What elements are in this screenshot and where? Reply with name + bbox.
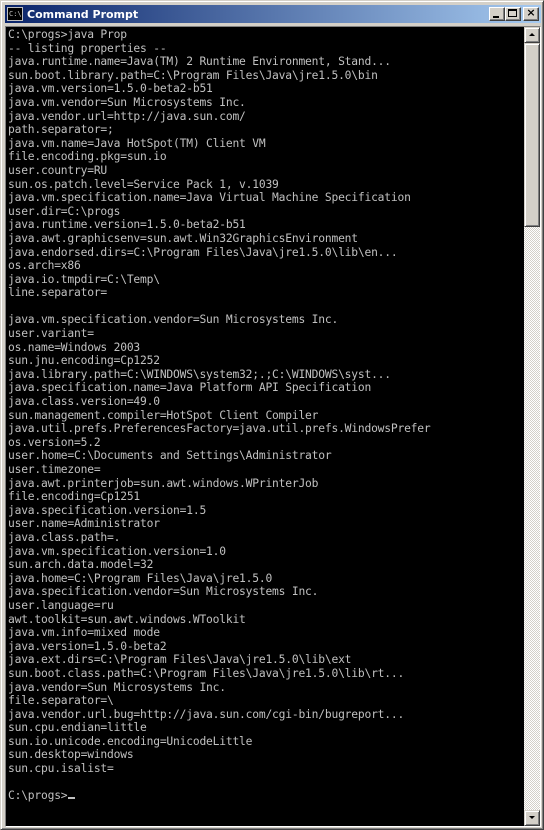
console-line: os.arch=x86 — [8, 259, 81, 273]
console-line: java.class.version=49.0 — [8, 395, 160, 409]
console-icon[interactable]: C:\ — [7, 7, 23, 21]
console-line: sun.cpu.isalist= — [8, 762, 114, 776]
close-icon: × — [526, 6, 536, 19]
console-line: java.vendor.url=http://java.sun.com/ — [8, 109, 246, 123]
console-line: sun.boot.class.path=C:\Program Files\Jav… — [8, 666, 405, 680]
console-line: java.specification.vendor=Sun Microsyste… — [8, 585, 319, 599]
scroll-down-button[interactable] — [524, 810, 540, 826]
console-line: java.runtime.name=Java(TM) 2 Runtime Env… — [8, 55, 391, 69]
console-output[interactable]: C:\progs>java Prop -- listing properties … — [8, 28, 522, 825]
console-line: java.library.path=C:\WINDOWS\system32;.;… — [8, 367, 391, 381]
console-line: java.specification.name=Java Platform AP… — [8, 381, 372, 395]
console-line: sun.boot.library.path=C:\Program Files\J… — [8, 68, 378, 82]
console-line: java.io.tmpdir=C:\Temp\ — [8, 272, 160, 286]
console-line: awt.toolkit=sun.awt.windows.WToolkit — [8, 612, 246, 626]
scroll-up-button[interactable] — [524, 27, 540, 43]
maximize-icon — [508, 9, 517, 17]
console-line: sun.os.patch.level=Service Pack 1, v.103… — [8, 177, 279, 191]
console-line: os.version=5.2 — [8, 435, 101, 449]
console-line: user.country=RU — [8, 163, 108, 177]
close-button[interactable]: × — [523, 6, 539, 21]
vertical-scrollbar[interactable] — [524, 27, 540, 826]
minimize-icon — [493, 16, 499, 18]
console-line: java.vm.specification.name=Java Virtual … — [8, 191, 411, 205]
console-line: java.vm.info=mixed mode — [8, 626, 160, 640]
console-line: -- listing properties -- — [8, 41, 167, 55]
console-line: sun.cpu.endian=little — [8, 721, 147, 735]
scroll-thumb[interactable] — [524, 43, 540, 227]
console-line: java.class.path=. — [8, 530, 121, 544]
console-line: java.vendor=Sun Microsystems Inc. — [8, 680, 226, 694]
console-line: file.encoding.pkg=sun.io — [8, 150, 167, 164]
console-line: java.version=1.5.0-beta2 — [8, 639, 167, 653]
console-line: java.vm.name=Java HotSpot(TM) Client VM — [8, 136, 266, 150]
console-line: java.vm.version=1.5.0-beta2-b51 — [8, 82, 213, 96]
console-line: user.variant= — [8, 327, 94, 341]
console-line: sun.management.compiler=HotSpot Client C… — [8, 408, 319, 422]
console-line: java.specification.version=1.5 — [8, 503, 207, 517]
text-cursor — [68, 797, 76, 800]
command-prompt-window: C:\ Command Prompt × C:\progs>java Prop -… — [0, 0, 544, 830]
title-bar[interactable]: C:\ Command Prompt × — [5, 5, 541, 23]
console-line: sun.arch.data.model=32 — [8, 558, 154, 572]
console-line: file.separator=\ — [8, 694, 114, 708]
console-line: java.vm.specification.vendor=Sun Microsy… — [8, 313, 339, 327]
console-line: user.timezone= — [8, 463, 101, 476]
console-line: java.util.prefs.PreferencesFactory=java.… — [8, 422, 431, 436]
console-line: path.separator=; — [8, 123, 114, 137]
console-line: user.home=C:\Documents and Settings\Admi… — [8, 449, 332, 463]
console-line: java.vm.specification.version=1.0 — [8, 544, 226, 558]
console-line: file.encoding=Cp1251 — [8, 490, 141, 504]
console-line: user.name=Administrator — [8, 517, 160, 531]
arrow-down-icon — [529, 816, 535, 819]
console-line: java.awt.graphicsenv=sun.awt.Win32Graphi… — [8, 231, 358, 245]
console-line: user.dir=C:\progs — [8, 204, 121, 218]
minimize-button[interactable] — [489, 7, 505, 21]
console-line: sun.desktop=windows — [8, 748, 134, 762]
console-line: C:\progs>java Prop — [8, 28, 127, 41]
console-line: java.ext.dirs=C:\Program Files\Java\jre1… — [8, 653, 352, 667]
console-line: sun.io.unicode.encoding=UnicodeLittle — [8, 734, 253, 748]
prompt-text: C:\progs> — [8, 789, 68, 803]
console-area[interactable]: C:\progs>java Prop -- listing properties … — [5, 26, 541, 827]
console-line: java.vm.vendor=Sun Microsystems Inc. — [8, 95, 246, 109]
console-line: os.name=Windows 2003 — [8, 340, 141, 354]
console-line: java.home=C:\Program Files\Java\jre1.5.0 — [8, 571, 273, 585]
window-title: Command Prompt — [27, 7, 139, 21]
console-line: java.vendor.url.bug=http://java.sun.com/… — [8, 707, 405, 721]
console-line: java.awt.printerjob=sun.awt.windows.WPri… — [8, 476, 319, 490]
prompt-line[interactable]: C:\progs> — [8, 789, 522, 803]
console-line: java.endorsed.dirs=C:\Program Files\Java… — [8, 245, 398, 259]
console-line: line.separator= — [8, 286, 108, 300]
console-line: user.language=ru — [8, 598, 114, 612]
arrow-up-icon — [529, 33, 535, 36]
title-buttons: × — [489, 6, 539, 21]
maximize-button[interactable] — [505, 7, 521, 21]
console-line: sun.jnu.encoding=Cp1252 — [8, 354, 160, 368]
console-line: java.runtime.version=1.5.0-beta2-b51 — [8, 218, 246, 232]
